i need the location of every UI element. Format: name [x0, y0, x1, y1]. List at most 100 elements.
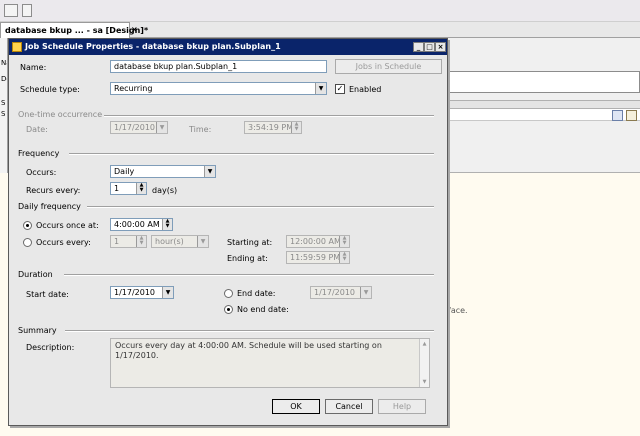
no-end-date-label: No end date:: [237, 305, 289, 314]
enabled-label: Enabled: [349, 85, 382, 94]
section-divider: [104, 115, 434, 117]
description-textarea[interactable]: Occurs every day at 4:00:00 AM. Schedule…: [110, 338, 430, 388]
frequency-section-header: Frequency: [18, 149, 60, 158]
ok-button[interactable]: OK: [272, 399, 320, 414]
one-time-date-value: 1/17/2010: [114, 123, 156, 132]
background-left-panel: Na De S S: [0, 38, 8, 173]
scroll-down-icon[interactable]: ▼: [420, 377, 429, 387]
maximize-icon[interactable]: □: [424, 42, 435, 52]
occurs-every-radio[interactable]: [23, 238, 32, 247]
recurs-unit-label: day(s): [152, 186, 178, 195]
enabled-checkbox[interactable]: ✓: [335, 84, 345, 94]
section-divider: [65, 330, 434, 332]
recurs-every-spinner[interactable]: 1 ▲ ▼: [110, 182, 147, 195]
end-date-radio[interactable]: [224, 289, 233, 298]
start-date-picker[interactable]: 1/17/2010 ▼: [110, 286, 174, 299]
description-label: Description:: [26, 343, 75, 352]
calendar-icon: [12, 42, 22, 52]
spinner-arrows-icon: ▲ ▼: [136, 236, 146, 247]
job-schedule-dialog: Job Schedule Properties - database bkup …: [8, 38, 448, 426]
occurs-once-label: Occurs once at:: [36, 221, 99, 230]
occurs-dropdown[interactable]: Daily ▼: [110, 165, 216, 178]
daily-frequency-section-header: Daily frequency: [18, 202, 81, 211]
document-tab[interactable]: database bkup ... - sa [Design]*: [0, 22, 148, 38]
tab-close-icon[interactable]: ×: [131, 25, 138, 34]
one-time-section-header: One-time occurrence: [18, 110, 103, 119]
chevron-down-icon: ▼: [315, 83, 326, 94]
occurs-once-time-value: 4:00:00 AM: [114, 220, 160, 229]
description-scrollbar[interactable]: ▲ ▼: [419, 339, 429, 387]
occurs-every-unit-dropdown[interactable]: hour(s) ▼: [151, 235, 209, 248]
starting-at-value: 12:00:00 AM: [290, 237, 341, 246]
dialog-title: Job Schedule Properties - database bkup …: [25, 42, 281, 51]
recurs-every-label: Recurs every:: [26, 186, 81, 195]
one-time-date-label: Date:: [26, 125, 48, 134]
schedule-type-label: Schedule type:: [20, 85, 80, 94]
background-description-box: [444, 71, 640, 93]
end-date-picker[interactable]: 1/17/2010 ▼: [310, 286, 372, 299]
close-icon[interactable]: ×: [435, 42, 446, 52]
scroll-up-icon[interactable]: ▲: [420, 339, 429, 349]
spinner-arrows-icon: ▲ ▼: [162, 219, 172, 230]
section-divider: [64, 274, 434, 276]
chevron-down-icon: ▼: [197, 236, 208, 247]
background-grid-row: [444, 109, 640, 121]
background-grid-header: [444, 100, 640, 109]
recurs-every-value: 1: [114, 184, 120, 193]
starting-at-spinner[interactable]: 12:00:00 AM ▲ ▼: [286, 235, 350, 248]
occurs-once-radio[interactable]: [23, 221, 32, 230]
occurs-once-time-spinner[interactable]: 4:00:00 AM ▲ ▼: [110, 218, 173, 231]
occurs-every-spinner[interactable]: 1 ▲ ▼: [110, 235, 147, 248]
name-input[interactable]: database bkup plan.Subplan_1: [110, 60, 327, 73]
summary-section-header: Summary: [18, 326, 57, 335]
background-text-snippet: face.: [448, 306, 468, 315]
one-time-time-label: Time:: [189, 125, 212, 134]
ending-at-spinner[interactable]: 11:59:59 PM ▲ ▼: [286, 251, 350, 264]
end-date-label: End date:: [237, 289, 276, 298]
occurs-label: Occurs:: [26, 168, 57, 177]
no-end-date-radio[interactable]: [224, 305, 233, 314]
occurs-every-unit-value: hour(s): [155, 237, 184, 246]
grid-icon[interactable]: [612, 110, 623, 121]
bg-left-label: S: [1, 99, 6, 107]
chevron-down-icon: ▼: [360, 287, 371, 298]
chevron-down-icon: ▼: [162, 287, 173, 298]
cancel-button[interactable]: Cancel: [325, 399, 373, 414]
chevron-down-icon: ▼: [156, 122, 167, 133]
spinner-arrows-icon: ▲ ▼: [136, 183, 146, 194]
start-date-value: 1/17/2010: [114, 288, 156, 297]
spinner-arrows-icon: ▲ ▼: [339, 236, 349, 247]
spinner-arrows-icon: ▲ ▼: [291, 122, 301, 133]
toolbar-dropdown-icon[interactable]: [22, 4, 32, 17]
app-toolbar: [0, 0, 640, 22]
start-date-label: Start date:: [26, 290, 69, 299]
duration-section-header: Duration: [18, 270, 53, 279]
occurs-every-value: 1: [114, 237, 120, 246]
name-label: Name:: [20, 63, 47, 72]
section-divider: [87, 206, 434, 208]
one-time-date-picker[interactable]: 1/17/2010 ▼: [110, 121, 168, 134]
help-button[interactable]: Help: [378, 399, 426, 414]
one-time-time-value: 3:54:19 PM: [248, 123, 294, 132]
schedule-type-value: Recurring: [114, 84, 153, 93]
end-date-value: 1/17/2010: [314, 288, 356, 297]
properties-icon[interactable]: [626, 110, 637, 121]
section-divider: [69, 153, 434, 155]
bg-left-label: Na: [1, 59, 7, 67]
minimize-icon[interactable]: _: [413, 42, 424, 52]
description-value: Occurs every day at 4:00:00 AM. Schedule…: [115, 341, 382, 360]
occurs-value: Daily: [114, 167, 135, 176]
bg-left-label: De: [1, 75, 7, 83]
ending-at-value: 11:59:59 PM: [290, 253, 341, 262]
ending-at-label: Ending at:: [227, 254, 268, 263]
chevron-down-icon: ▼: [204, 166, 215, 177]
one-time-time-spinner[interactable]: 3:54:19 PM ▲ ▼: [244, 121, 302, 134]
schedule-type-dropdown[interactable]: Recurring ▼: [110, 82, 327, 95]
jobs-in-schedule-button[interactable]: Jobs in Schedule: [335, 59, 442, 74]
bg-left-label: S: [1, 110, 6, 118]
spinner-arrows-icon: ▲ ▼: [339, 252, 349, 263]
toolbar-button-icon[interactable]: [4, 4, 18, 17]
dialog-titlebar: Job Schedule Properties - database bkup …: [9, 39, 447, 55]
occurs-every-label: Occurs every:: [36, 238, 91, 247]
starting-at-label: Starting at:: [227, 238, 273, 247]
